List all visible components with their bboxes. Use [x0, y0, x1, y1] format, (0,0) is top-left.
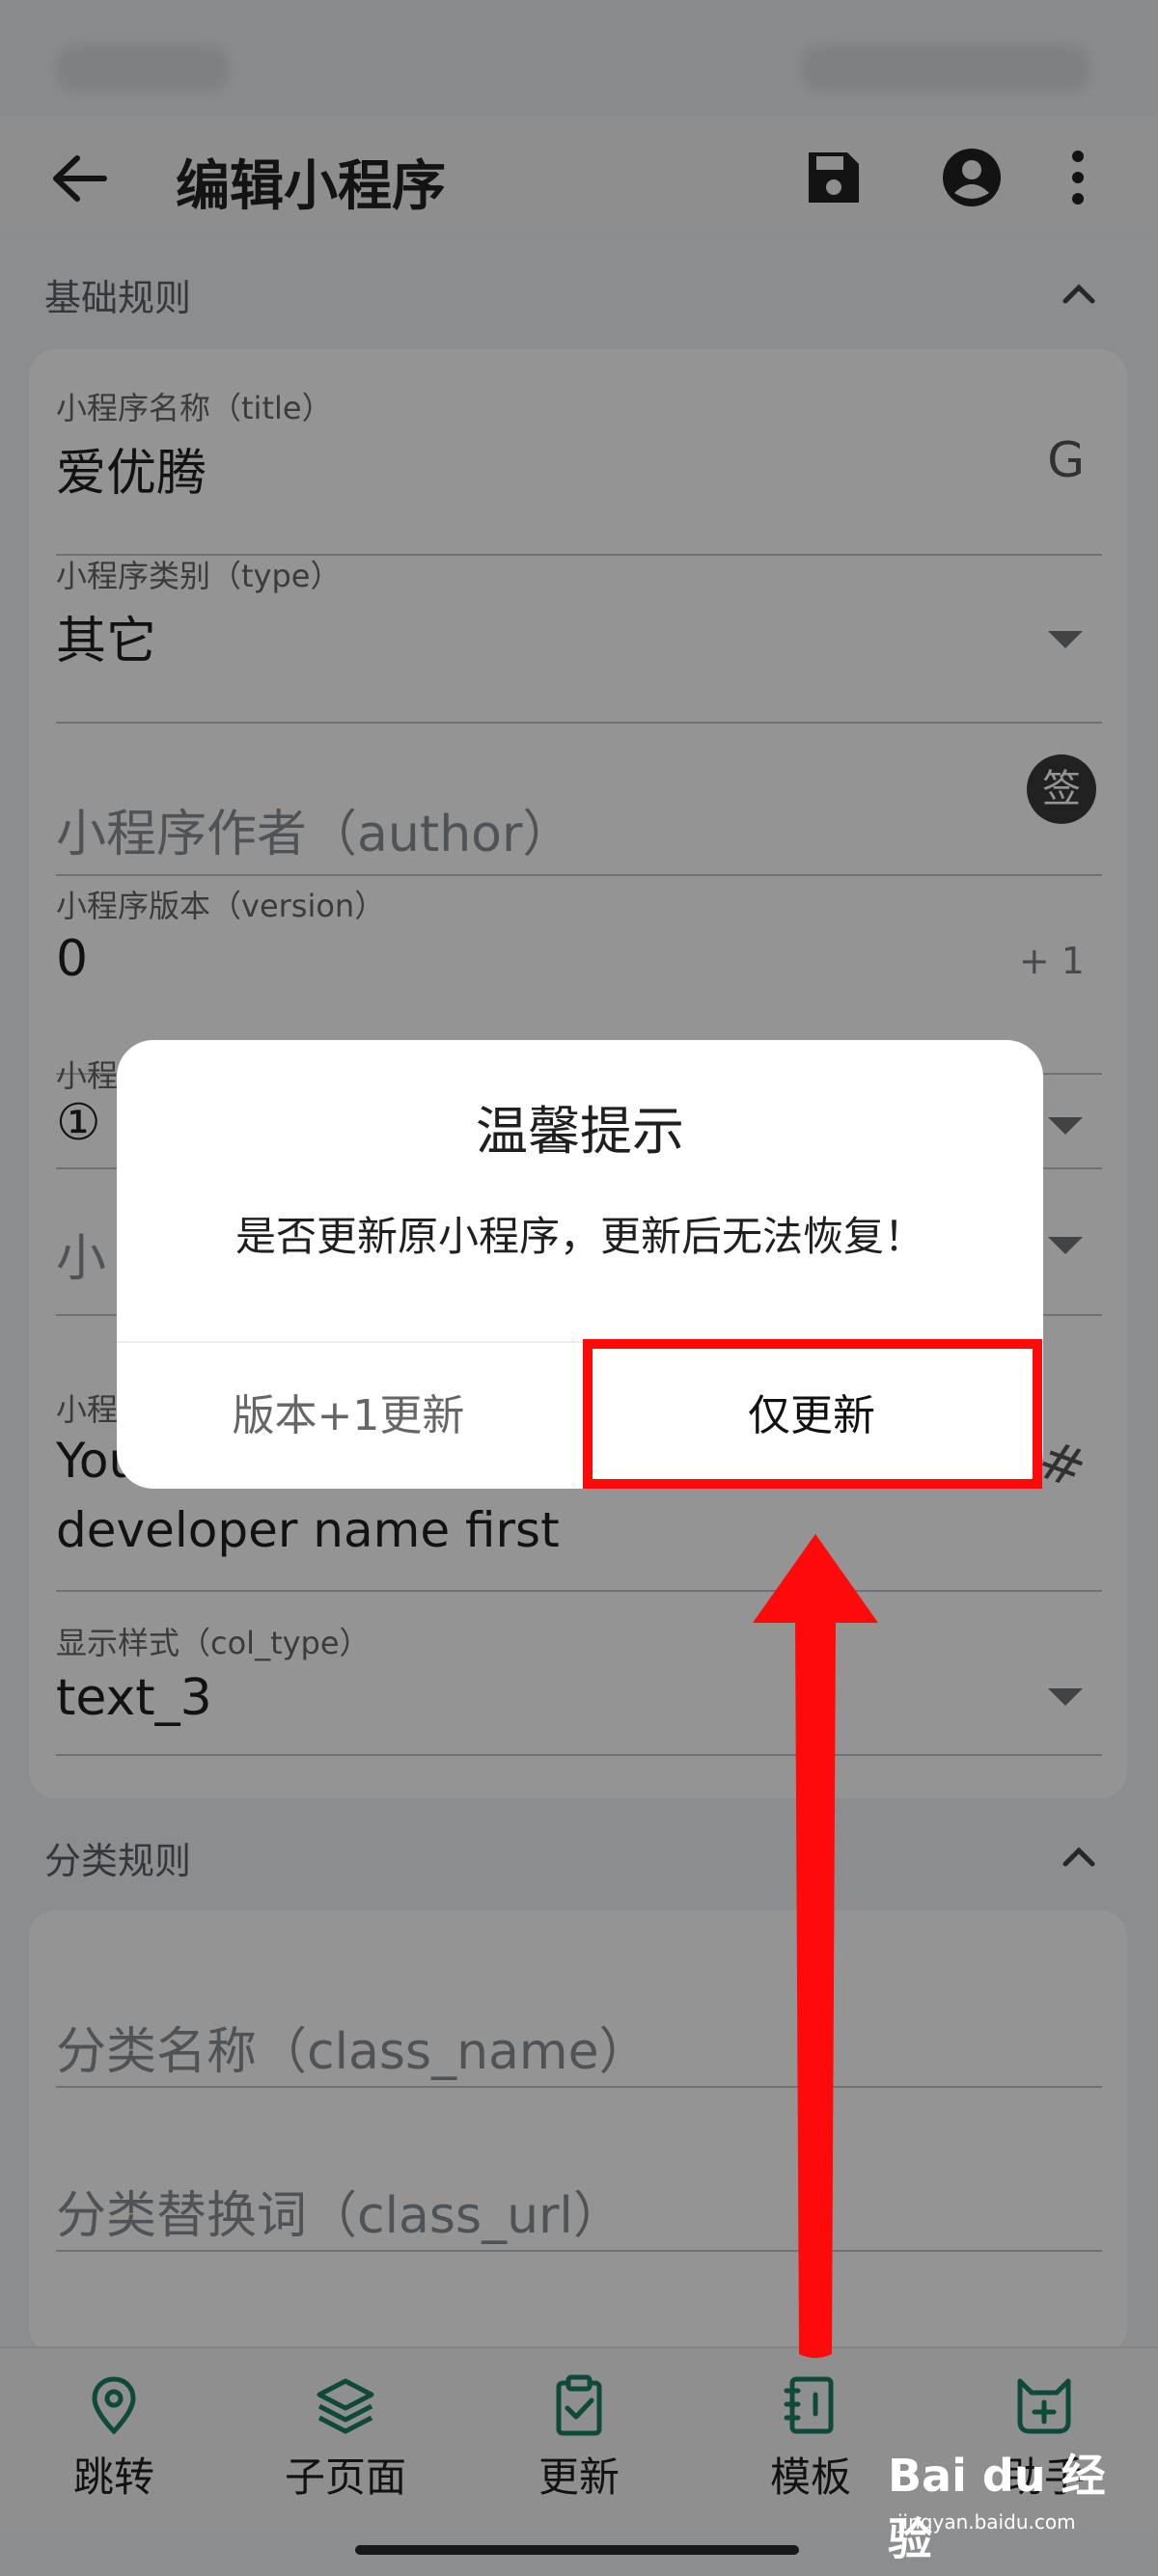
version-plus-one-update-button[interactable]: 版本+1更新	[117, 1343, 580, 1489]
red-arrow-annotation	[753, 1534, 878, 2358]
watermark-url: jingyan.baidu.com	[897, 2510, 1076, 2534]
dialog-message: 是否更新原小程序，更新后无法恢复！	[234, 1213, 924, 1260]
baidu-watermark: Bai du 经验 jingyan.baidu.com	[888, 2441, 1139, 2565]
watermark-brand: Bai du 经验	[888, 2450, 1106, 2565]
dialog-title: 温馨提示	[476, 1101, 684, 1162]
highlight-box	[583, 1339, 1042, 1489]
